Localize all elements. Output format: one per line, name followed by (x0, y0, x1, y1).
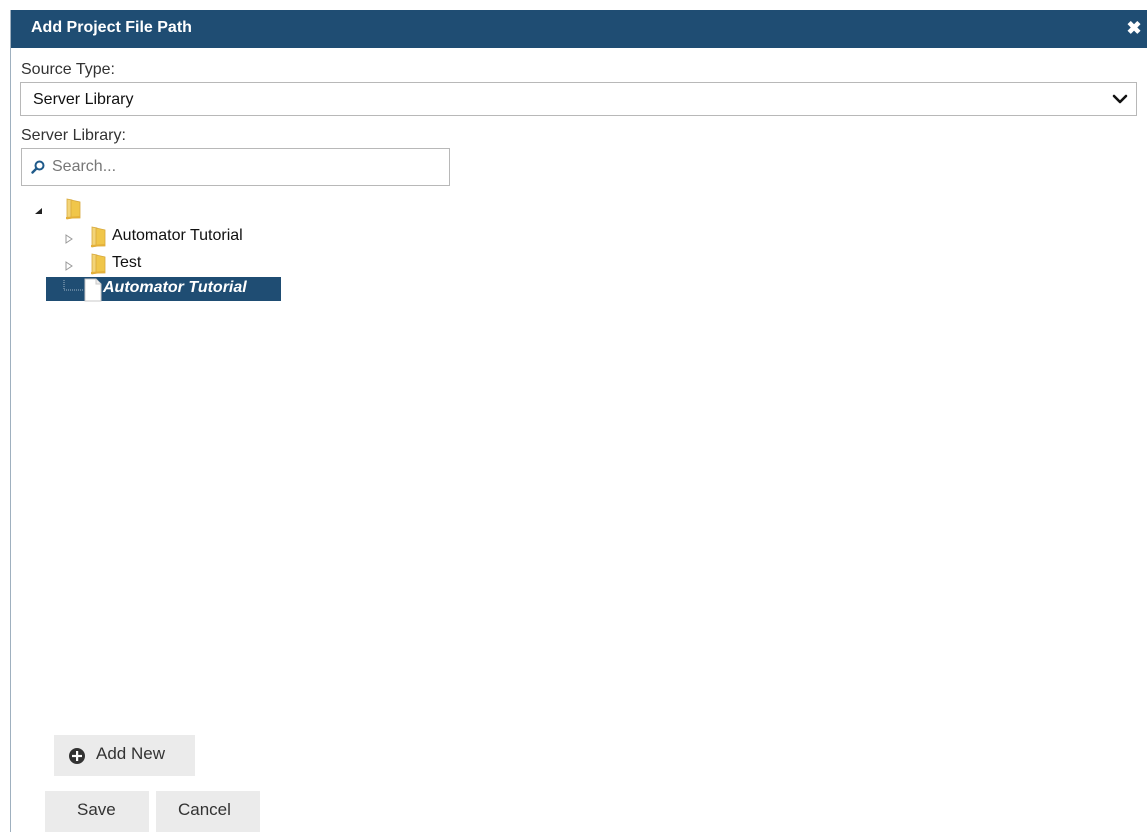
add-new-label: Add New (96, 744, 165, 763)
chevron-down-icon (1112, 94, 1128, 104)
source-type-label: Source Type: (21, 61, 115, 78)
expand-triangle-icon[interactable] (64, 261, 74, 271)
expand-triangle-icon[interactable] (64, 234, 74, 244)
cancel-label: Cancel (178, 800, 231, 819)
tree-node-file-selected[interactable]: Automator Tutorial (46, 277, 281, 302)
file-icon (84, 278, 102, 302)
collapse-triangle-icon[interactable] (34, 206, 44, 216)
save-button[interactable]: Save (45, 791, 149, 832)
add-project-file-path-dialog: Add Project File Path ✖ (10, 10, 1147, 832)
cancel-button[interactable]: Cancel (156, 791, 260, 832)
search-box (21, 148, 451, 186)
folder-icon (66, 198, 81, 220)
save-label: Save (77, 800, 116, 819)
tree-node-label: Automator Tutorial (103, 279, 247, 296)
search-icon (31, 160, 45, 174)
close-icon[interactable]: ✖ (1124, 17, 1144, 39)
tree-connector-line (63, 280, 83, 291)
folder-icon (91, 226, 106, 248)
tree-node-label: Automator Tutorial (112, 227, 243, 244)
plus-circle-icon (69, 748, 85, 764)
dialog-title: Add Project File Path (31, 19, 192, 36)
folder-icon (91, 253, 106, 275)
add-new-button[interactable]: Add New (54, 735, 195, 776)
server-library-label: Server Library: (21, 127, 126, 144)
source-type-select[interactable]: Server Library (20, 82, 1137, 116)
source-type-value: Server Library (33, 91, 134, 108)
tree-node-label: Test (112, 254, 142, 271)
search-input[interactable] (48, 153, 451, 181)
dialog-titlebar: Add Project File Path ✖ (11, 10, 1147, 48)
